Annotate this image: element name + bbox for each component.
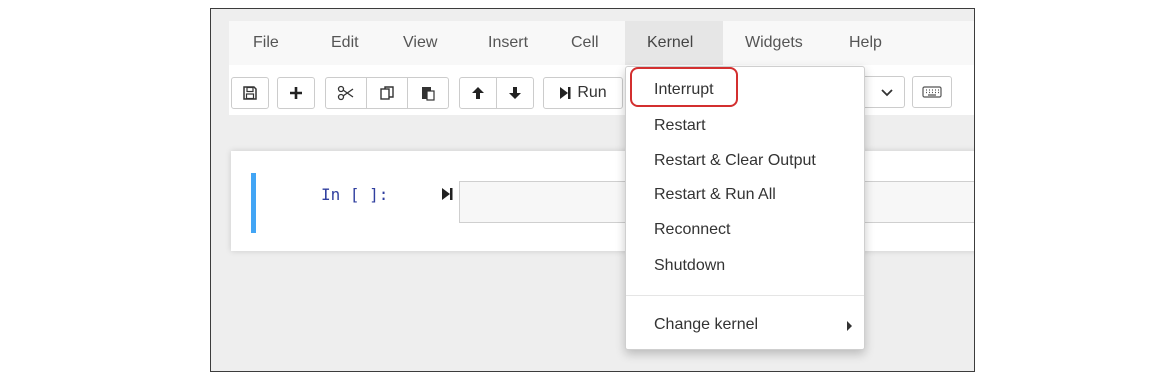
menu-item-change-kernel[interactable]: Change kernel [626, 310, 864, 340]
menu-help[interactable]: Help [835, 21, 896, 65]
scissors-icon [337, 85, 354, 101]
menu-kernel[interactable]: Kernel [625, 21, 723, 65]
copy-button[interactable] [366, 77, 408, 109]
paste-button[interactable] [407, 77, 449, 109]
chevron-down-icon [881, 89, 893, 97]
paste-icon [422, 87, 435, 101]
cell-selection-bar [251, 173, 256, 233]
save-button[interactable] [231, 77, 269, 109]
menu-file[interactable]: File [239, 21, 293, 65]
menu-insert[interactable]: Insert [474, 21, 542, 65]
menu-item-restart-run-all[interactable]: Restart & Run All [626, 180, 864, 210]
save-icon [243, 86, 257, 100]
kernel-dropdown-menu: Interrupt Restart Restart & Clear Output… [625, 66, 865, 350]
cut-button[interactable] [325, 77, 367, 109]
submenu-caret-icon [847, 321, 852, 331]
menu-view[interactable]: View [389, 21, 451, 65]
insert-cell-button[interactable] [277, 77, 315, 109]
menu-item-restart-clear-output[interactable]: Restart & Clear Output [626, 146, 864, 176]
move-up-button[interactable] [459, 77, 497, 109]
interrupt-highlight-box [630, 67, 738, 107]
run-cell-icon[interactable] [441, 187, 453, 201]
run-label: Run [577, 84, 607, 101]
menu-item-reconnect[interactable]: Reconnect [626, 215, 864, 245]
run-icon [560, 87, 571, 99]
keyboard-shortcuts-button[interactable] [912, 76, 952, 108]
menu-item-restart[interactable]: Restart [626, 111, 864, 141]
run-button[interactable]: Run [543, 77, 623, 109]
menu-item-shutdown[interactable]: Shutdown [626, 251, 864, 281]
menu-edit[interactable]: Edit [317, 21, 373, 65]
copy-icon [380, 86, 394, 100]
menu-divider [626, 295, 864, 296]
menubar: File Edit View Insert Cell Kernel Widget… [229, 21, 974, 66]
input-prompt: In [ ]: [321, 185, 389, 204]
arrow-up-icon [472, 87, 484, 99]
move-down-button[interactable] [496, 77, 534, 109]
cell-type-select[interactable] [865, 76, 905, 108]
menu-cell[interactable]: Cell [557, 21, 613, 65]
change-kernel-label: Change kernel [654, 316, 759, 333]
plus-icon [290, 87, 302, 99]
keyboard-icon [922, 86, 942, 98]
menu-widgets[interactable]: Widgets [731, 21, 817, 65]
arrow-down-icon [509, 87, 521, 99]
